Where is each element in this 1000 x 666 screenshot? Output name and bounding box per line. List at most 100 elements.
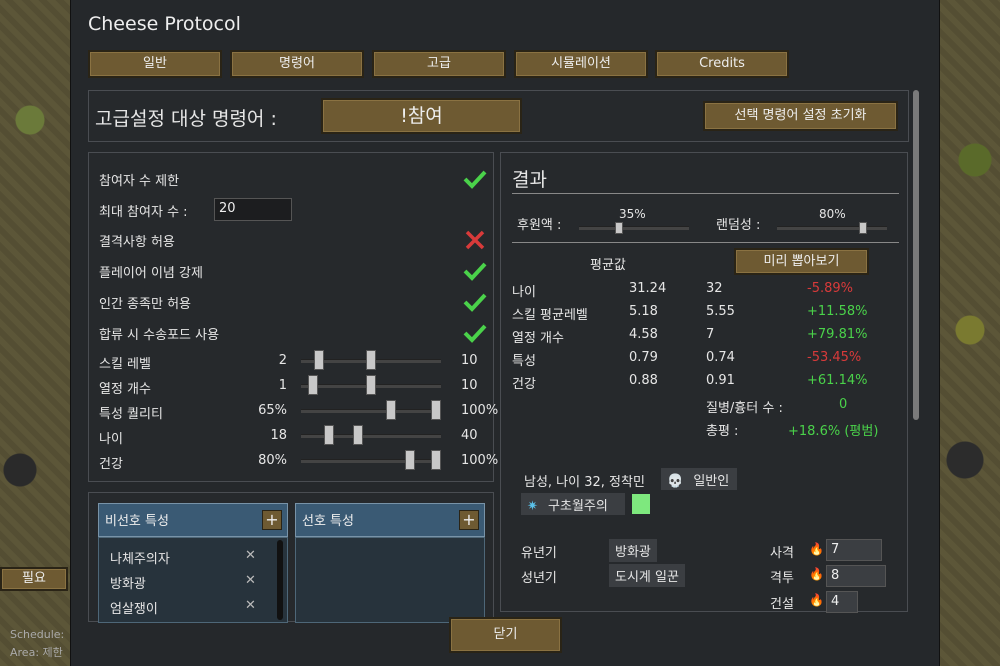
disease-label: 질병/흉터 수 : [706, 401, 783, 416]
stat-value: 0.74 [706, 350, 735, 365]
stat-average: 5.18 [629, 304, 658, 319]
tab-advanced[interactable]: 고급 [372, 50, 506, 78]
tab-general[interactable]: 일반 [88, 50, 222, 78]
range-min-handle[interactable] [324, 425, 335, 445]
range-max-handle[interactable] [431, 400, 441, 420]
remove-icon[interactable]: ✕ [245, 573, 256, 588]
stat-average: 0.79 [629, 350, 658, 365]
randomness-slider[interactable] [777, 226, 887, 230]
result-divider [512, 193, 899, 194]
range-min-handle[interactable] [385, 400, 396, 420]
check-icon[interactable] [463, 261, 487, 281]
stat-value: 0.91 [706, 373, 735, 388]
tab-credits[interactable]: Credits [655, 50, 789, 78]
tab-commands[interactable]: 명령어 [230, 50, 364, 78]
stat-label: 특성 [512, 354, 536, 369]
add-liked-trait-button[interactable]: + [459, 510, 479, 530]
range-min-handle[interactable] [405, 450, 415, 470]
range-label: 건강 [99, 457, 123, 472]
range-max-value: 100% [461, 403, 499, 418]
skill-value-melee: 8 [826, 565, 886, 587]
skill-value-construction: 4 [826, 591, 858, 613]
range-min-handle[interactable] [307, 375, 318, 395]
range-max-handle[interactable] [431, 450, 441, 470]
stat-diff: +11.58% [807, 304, 868, 319]
tab-simulation[interactable]: 시뮬레이션 [514, 50, 648, 78]
randomness-value: 80% [819, 207, 846, 221]
command-bar: 고급설정 대상 명령어 : !참여 선택 명령어 설정 초기화 [88, 90, 909, 142]
sponsor-label: 후원액 : [517, 218, 562, 233]
check-icon[interactable] [463, 169, 487, 189]
sponsor-slider-handle[interactable] [614, 222, 623, 234]
stat-diff: +79.81% [807, 327, 868, 342]
stat-label: 스킬 평균레벨 [512, 308, 588, 323]
range-min-value: 65% [258, 403, 287, 418]
sponsor-slider[interactable] [579, 226, 689, 230]
stat-average: 4.58 [629, 327, 658, 342]
list-scrollbar[interactable] [277, 540, 283, 620]
list-item: 나체주의자 [110, 552, 170, 567]
childhood-label: 유년기 [521, 546, 557, 561]
remove-icon[interactable]: ✕ [245, 548, 256, 563]
range-slider[interactable] [301, 409, 441, 413]
passion-icon: 🔥 [809, 542, 824, 556]
list-item: 엄살쟁이 [110, 602, 158, 617]
cross-icon[interactable] [463, 230, 487, 250]
close-button[interactable]: 닫기 [449, 617, 562, 653]
range-max-handle[interactable] [353, 425, 363, 445]
range-min-value: 2 [278, 353, 287, 368]
schedule-label: Schedule: [10, 628, 65, 641]
reset-command-button[interactable]: 선택 명령어 설정 초기화 [703, 101, 898, 131]
max-participants-label: 최대 참여자 수 : [99, 205, 188, 220]
liked-traits-title: 선호 특성 [302, 514, 354, 529]
range-max-handle[interactable] [366, 375, 376, 395]
range-slider[interactable] [301, 434, 441, 438]
check-icon[interactable] [463, 323, 487, 343]
range-label: 특성 퀄리티 [99, 407, 163, 422]
preview-button[interactable]: 미리 뽑아보기 [734, 248, 869, 275]
need-button[interactable]: 필요 [0, 567, 68, 591]
toggle-label-flaws: 결격사항 허용 [99, 235, 175, 250]
randomness-label: 랜덤성 : [716, 218, 761, 233]
remove-icon[interactable]: ✕ [245, 598, 256, 613]
command-select-button[interactable]: !참여 [321, 98, 522, 134]
ideology-badge[interactable]: ✷ 구초월주의 [521, 493, 625, 515]
pawn-description: 남성, 나이 32, 정착민 [524, 475, 645, 490]
check-icon[interactable] [463, 292, 487, 312]
skull-icon: 💀 [667, 474, 684, 489]
randomness-slider-handle[interactable] [858, 222, 867, 234]
sponsor-value: 35% [619, 207, 646, 221]
range-min-value: 1 [278, 378, 287, 393]
total-value: +18.6% (평범) [788, 424, 879, 439]
skill-label-melee: 격투 [770, 571, 794, 586]
toggle-label-ideology: 플레이어 이념 강제 [99, 266, 203, 281]
pawn-type-label: 일반인 [693, 474, 730, 489]
childhood-backstory[interactable]: 방화광 [609, 539, 657, 562]
stat-diff: -5.89% [807, 281, 853, 296]
range-slider[interactable] [301, 459, 441, 463]
range-max-value: 10 [461, 353, 478, 368]
stat-label: 건강 [512, 377, 536, 392]
range-min-handle[interactable] [314, 350, 324, 370]
disliked-traits-header: 비선호 특성 [98, 503, 288, 537]
range-max-handle[interactable] [366, 350, 376, 370]
list-item: 방화광 [110, 577, 146, 592]
main-scrollbar[interactable] [913, 90, 919, 420]
add-disliked-trait-button[interactable]: + [262, 510, 282, 530]
ideology-label: 구초월주의 [548, 499, 608, 514]
range-max-value: 40 [461, 428, 478, 443]
range-max-value: 100% [461, 453, 499, 468]
stat-value: 7 [706, 327, 715, 342]
range-min-value: 18 [270, 428, 287, 443]
ideology-color-swatch [632, 494, 650, 514]
stat-average: 0.88 [629, 373, 658, 388]
settings-panel: 참여자 수 제한 최대 참여자 수 : 20 결격사항 허용 플레이어 이념 강… [88, 152, 498, 482]
skill-label-construction: 건설 [770, 597, 794, 612]
disease-value: 0 [839, 397, 848, 412]
disliked-traits-list: 나체주의자 ✕ 방화광 ✕ 엄살쟁이 ✕ [98, 537, 288, 623]
adulthood-backstory[interactable]: 도시계 일꾼 [609, 564, 685, 587]
adulthood-label: 성년기 [521, 571, 557, 586]
skill-label-shooting: 사격 [770, 546, 794, 561]
passion-icon: 🔥 [809, 593, 824, 607]
max-participants-input[interactable]: 20 [214, 198, 292, 221]
